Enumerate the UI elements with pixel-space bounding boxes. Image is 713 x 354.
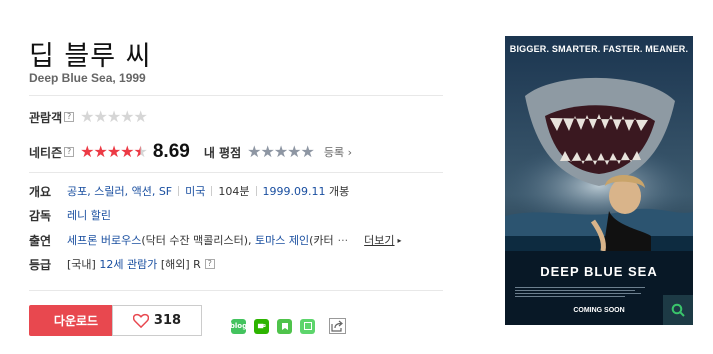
like-button[interactable]: 318 xyxy=(112,305,202,336)
cafe-icon[interactable] xyxy=(254,318,269,334)
star-icon: ★ xyxy=(80,107,94,126)
star-icon: ★ xyxy=(133,107,148,126)
separator xyxy=(255,186,257,196)
memo-icon[interactable] xyxy=(300,318,315,334)
heart-icon xyxy=(132,313,149,328)
audience-label: 관람객? xyxy=(29,109,75,126)
cast-link[interactable]: 세프론 버로우스 xyxy=(67,232,141,248)
star-icon: ★ xyxy=(80,142,94,161)
star-icon: ★ xyxy=(260,142,274,161)
star-icon: ★ xyxy=(300,142,315,161)
my-rating-stars[interactable]: ★ ★ ★ ★ ★ xyxy=(247,142,315,161)
netizen-rating-row: 네티즌? ★ ★ ★ ★ ★ 8.69 내 평점 ★ ★ ★ ★ ★ 등록 › xyxy=(29,141,352,162)
zoom-button[interactable] xyxy=(663,295,693,325)
star-icon: ★ xyxy=(287,142,301,161)
star-icon: ★ xyxy=(247,142,261,161)
band-icon[interactable] xyxy=(277,318,292,334)
netizen-stars: ★ ★ ★ ★ ★ xyxy=(80,142,148,161)
separator xyxy=(178,186,180,196)
grade-domestic-link[interactable]: 12세 관람가 xyxy=(99,256,157,272)
cast-role: (카터 xyxy=(309,234,334,247)
more-link[interactable]: 더보기 xyxy=(364,232,394,248)
download-button[interactable]: 다운로드 xyxy=(29,305,123,336)
poster-art xyxy=(505,36,693,325)
arrow-right-icon: ▸ xyxy=(397,235,402,245)
share-icon[interactable] xyxy=(329,318,346,334)
star-half-icon: ★ xyxy=(133,142,148,161)
movie-poster[interactable]: BIGGER. SMARTER. FASTER. MEANER. DEEP BL… xyxy=(505,36,693,325)
star-icon: ★ xyxy=(106,142,121,161)
summary-row: 개요 공포, 스릴러, 액션, SF 미국 104분 1999.09.11 개봉 xyxy=(29,181,349,201)
movie-title: 딥 블루 씨 xyxy=(29,41,152,72)
summary-label: 개요 xyxy=(29,184,52,199)
director-label: 감독 xyxy=(29,208,52,223)
my-rating-label: 내 평점 xyxy=(203,145,242,160)
blog-icon[interactable]: blog xyxy=(230,318,247,334)
director-link[interactable]: 레니 할린 xyxy=(67,207,111,223)
cast-row: 출연 세프론 버로우스 (닥터 수잔 맥콜리스터), 토마스 제인 (카터 ··· … xyxy=(29,230,402,250)
divider xyxy=(29,172,443,173)
runtime: 104분 xyxy=(218,185,250,198)
register-rating-link[interactable]: 등록 › xyxy=(324,144,352,160)
grade-row: 등급 [국내] 12세 관람가 [해외] R ? xyxy=(29,254,215,274)
grade-overseas-prefix: [해외] xyxy=(160,258,190,271)
grade-overseas: R xyxy=(193,257,201,271)
star-icon: ★ xyxy=(120,142,134,161)
like-count: 318 xyxy=(153,313,182,328)
help-icon[interactable]: ? xyxy=(64,147,75,157)
divider xyxy=(29,290,443,291)
poster-title: DEEP BLUE SEA xyxy=(540,264,658,279)
cast-link[interactable]: 토마스 제인 xyxy=(255,232,309,248)
netizen-score: 8.69 xyxy=(152,141,190,162)
help-icon[interactable]: ? xyxy=(204,259,215,269)
country-link[interactable]: 미국 xyxy=(185,183,205,199)
grade-label: 등급 xyxy=(29,257,52,272)
ellipsis: ··· xyxy=(337,233,349,247)
help-icon[interactable]: ? xyxy=(64,112,75,122)
divider xyxy=(29,95,443,96)
star-icon: ★ xyxy=(93,142,107,161)
movie-subtitle: Deep Blue Sea, 1999 xyxy=(29,71,146,85)
star-icon: ★ xyxy=(273,142,288,161)
netizen-label: 네티즌? xyxy=(29,144,75,161)
release-suffix: 개봉 xyxy=(329,185,350,198)
poster-tagline: BIGGER. SMARTER. FASTER. MEANER. xyxy=(509,44,689,54)
genres-link[interactable]: 공포, 스릴러, 액션, SF xyxy=(67,183,172,199)
director-row: 감독 레니 할린 xyxy=(29,205,111,225)
audience-rating-row: 관람객? ★ ★ ★ ★ ★ xyxy=(29,107,148,127)
separator xyxy=(211,186,213,196)
cast-role: (닥터 수잔 맥콜리스터), xyxy=(141,234,252,247)
share-bar: blog xyxy=(230,318,354,334)
cast-label: 출연 xyxy=(29,233,52,248)
star-icon: ★ xyxy=(120,107,134,126)
star-icon: ★ xyxy=(106,107,121,126)
release-date-link[interactable]: 1999.09.11 xyxy=(263,185,326,198)
audience-stars: ★ ★ ★ ★ ★ xyxy=(80,107,148,126)
search-icon xyxy=(671,303,685,317)
star-icon: ★ xyxy=(93,107,107,126)
grade-domestic-prefix: [국내] xyxy=(67,258,96,271)
